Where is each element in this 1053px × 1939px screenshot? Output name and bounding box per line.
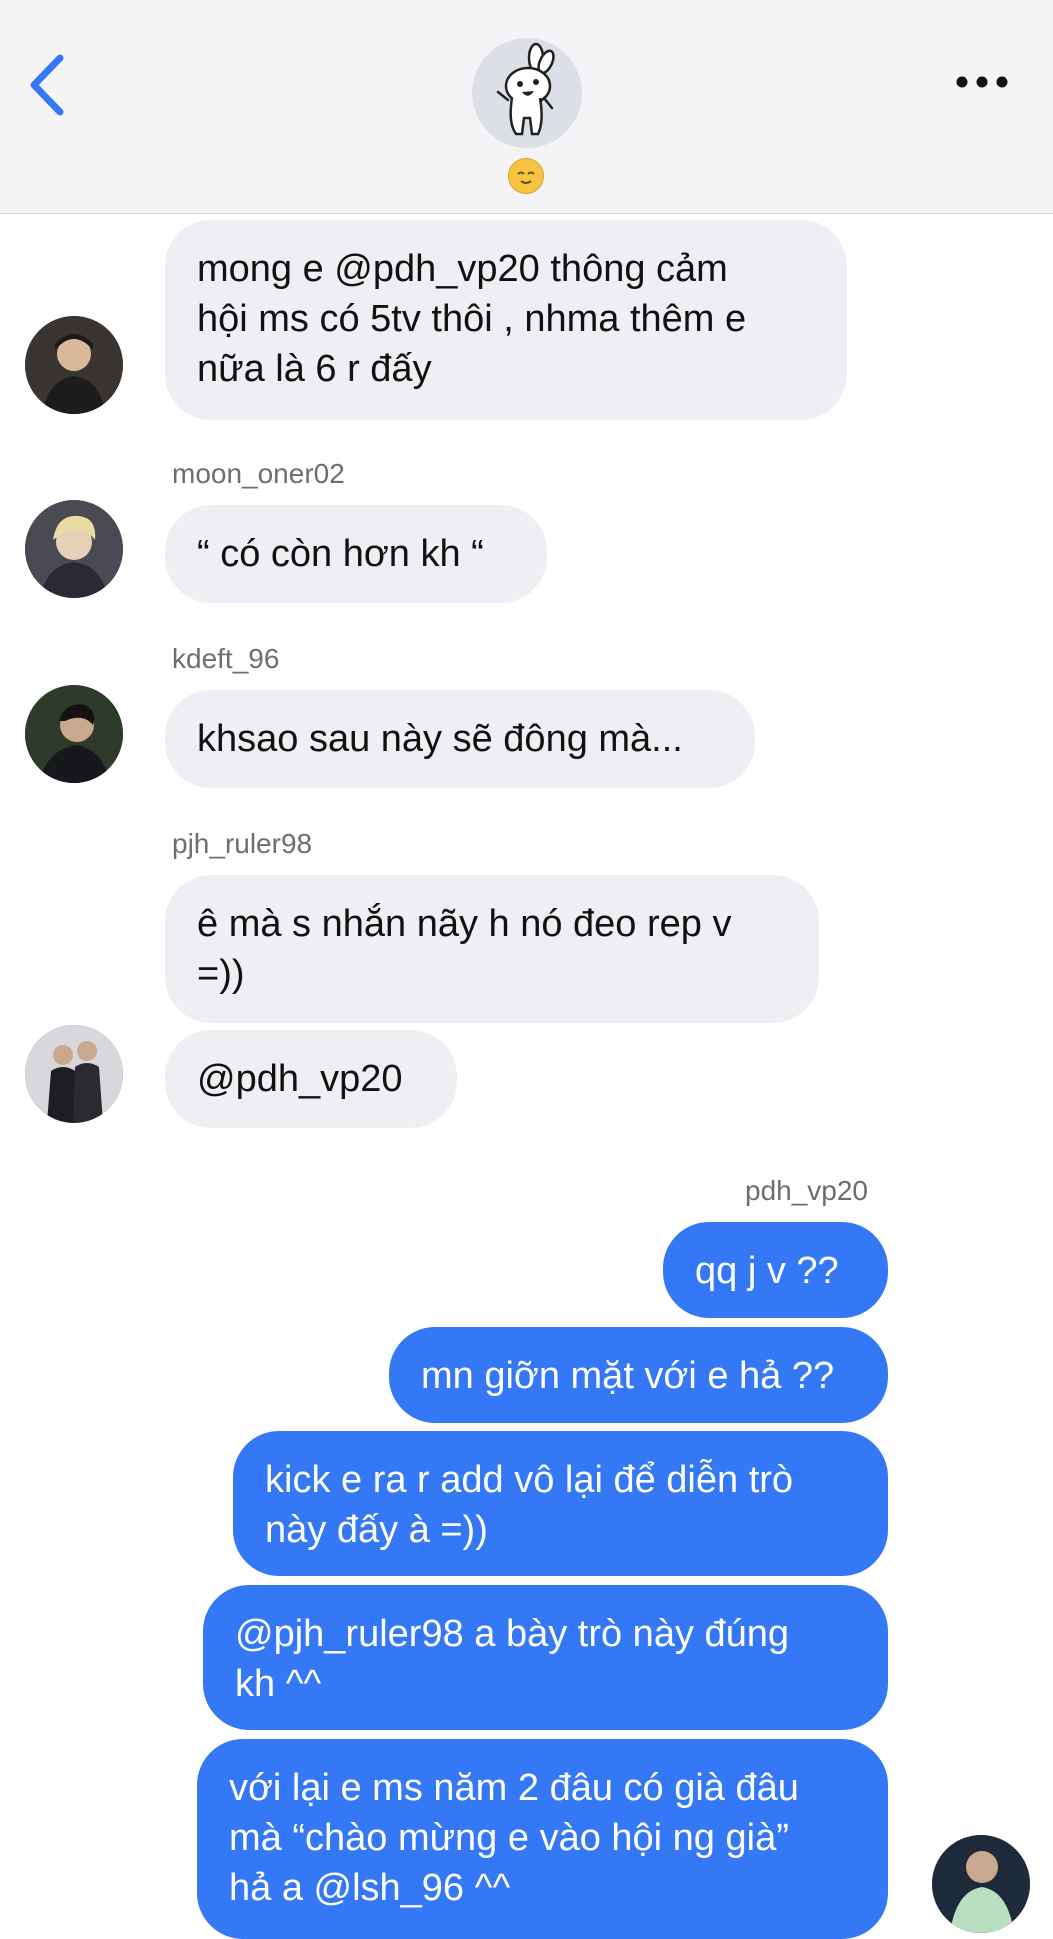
- message-bubble[interactable]: @pjh_ruler98 a bày trò này đúng kh ^^: [203, 1585, 888, 1730]
- avatar[interactable]: [25, 685, 123, 783]
- bunny-sticker-icon: [496, 42, 555, 136]
- avatar[interactable]: [25, 1025, 123, 1123]
- avatar[interactable]: [932, 1835, 1030, 1933]
- message-bubble[interactable]: kick e ra r add vô lại để diễn trò này đ…: [233, 1431, 888, 1576]
- group-avatar[interactable]: [472, 38, 582, 148]
- sender-name: pdh_vp20: [745, 1175, 869, 1206]
- message-bubble[interactable]: “ có còn hơn kh “: [165, 505, 547, 603]
- avatar[interactable]: [25, 500, 123, 598]
- message-bubble[interactable]: @pdh_vp20: [165, 1030, 457, 1128]
- message-bubble[interactable]: qq j v ??: [663, 1222, 888, 1318]
- message-bubble[interactable]: mong e @pdh_vp20 thông cảm hội ms có 5tv…: [165, 220, 847, 420]
- sender-name: moon_oner02: [172, 458, 345, 489]
- chat-header: [0, 0, 1053, 214]
- sender-name: pjh_ruler98: [172, 828, 313, 859]
- relieved-face-emoji: [508, 158, 544, 194]
- ellipsis-icon[interactable]: [954, 70, 1010, 94]
- message-bubble[interactable]: mn giỡn mặt với e hả ??: [389, 1327, 888, 1423]
- message-bubble[interactable]: với lại e ms năm 2 đâu có già đâu mà “ch…: [197, 1739, 888, 1939]
- message-bubble[interactable]: khsao sau này sẽ đông mà...: [165, 690, 755, 788]
- message-bubble[interactable]: ê mà s nhắn nãy h nó đeo rep v =)): [165, 875, 819, 1023]
- sender-name: kdeft_96: [172, 643, 280, 674]
- chevron-left-icon[interactable]: [22, 50, 82, 120]
- avatar[interactable]: [25, 316, 123, 414]
